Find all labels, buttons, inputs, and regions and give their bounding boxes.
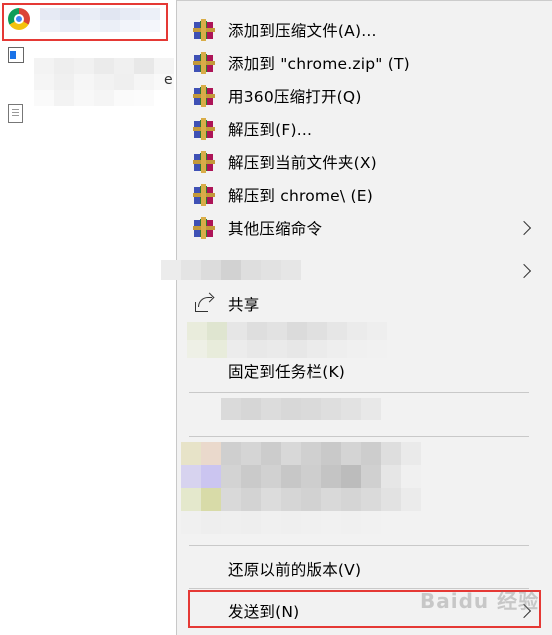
winrar-icon xyxy=(193,84,215,107)
file-row-document[interactable] xyxy=(8,100,23,126)
winrar-icon xyxy=(193,51,215,74)
menu-item-label: 解压到 chrome\ (E) xyxy=(228,186,373,205)
menu-item-share[interactable]: 共享 xyxy=(177,287,552,320)
menu-item-restore-previous-versions[interactable]: 还原以前的版本(V) xyxy=(177,552,552,585)
menu-item-add-to-archive[interactable]: 添加到压缩文件(A)... xyxy=(177,13,552,46)
menu-item-label: 解压到当前文件夹(X) xyxy=(228,153,377,172)
share-icon xyxy=(193,292,215,315)
menu-item-open-with-360[interactable]: 用360压缩打开(Q) xyxy=(177,79,552,112)
menu-item-label: 添加到压缩文件(A)... xyxy=(228,21,377,40)
menu-item-extract-to[interactable]: 解压到(F)... xyxy=(177,112,552,145)
menu-item-other-commands[interactable]: 其他压缩命令 xyxy=(177,211,552,244)
selected-file-highlight xyxy=(2,3,168,41)
blurred-file-list xyxy=(34,58,174,106)
menu-item-label: 固定到任务栏(K) xyxy=(228,362,346,381)
menu-top-border xyxy=(177,0,552,1)
menu-separator xyxy=(189,392,529,393)
winrar-icon xyxy=(193,183,215,206)
blurred-menu-item xyxy=(161,260,301,280)
winrar-icon xyxy=(193,117,215,140)
winrar-icon xyxy=(193,150,215,173)
chevron-right-icon xyxy=(516,263,532,278)
winrar-icon xyxy=(193,18,215,41)
file-row-app[interactable] xyxy=(8,42,24,68)
menu-item-blurred-submenu[interactable] xyxy=(161,254,552,287)
menu-item-label: 其他压缩命令 xyxy=(228,219,323,238)
menu-separator xyxy=(189,545,529,546)
application-icon xyxy=(8,47,24,63)
menu-item-label: 添加到 "chrome.zip" (T) xyxy=(228,54,410,73)
menu-item-label: 用360压缩打开(Q) xyxy=(228,87,362,106)
menu-separator xyxy=(189,436,529,437)
menu-item-add-to-zip[interactable]: 添加到 "chrome.zip" (T) xyxy=(177,46,552,79)
menu-item-extract-to-folder[interactable]: 解压到 chrome\ (E) xyxy=(177,178,552,211)
context-menu: 添加到压缩文件(A)... 添加到 "chrome.zip" (T) 用360压… xyxy=(161,0,552,635)
menu-item-label: 解压到(F)... xyxy=(228,120,313,139)
menu-item-extract-here[interactable]: 解压到当前文件夹(X) xyxy=(177,145,552,178)
menu-item-label: 共享 xyxy=(228,295,260,314)
blurred-menu-item xyxy=(187,322,387,358)
blurred-menu-items-group xyxy=(181,442,421,534)
blurred-menu-item xyxy=(221,398,381,420)
menu-item-label: 还原以前的版本(V) xyxy=(228,560,362,579)
document-icon xyxy=(8,103,23,123)
menu-item-pin-to-taskbar[interactable]: 固定到任务栏(K) xyxy=(177,354,552,387)
winrar-icon xyxy=(193,216,215,239)
chevron-right-icon xyxy=(516,220,532,235)
file-explorer-pane: e xyxy=(0,0,176,635)
clipped-filename-text: e xyxy=(164,72,173,88)
baidu-watermark: Baidu 经验 xyxy=(420,589,540,613)
